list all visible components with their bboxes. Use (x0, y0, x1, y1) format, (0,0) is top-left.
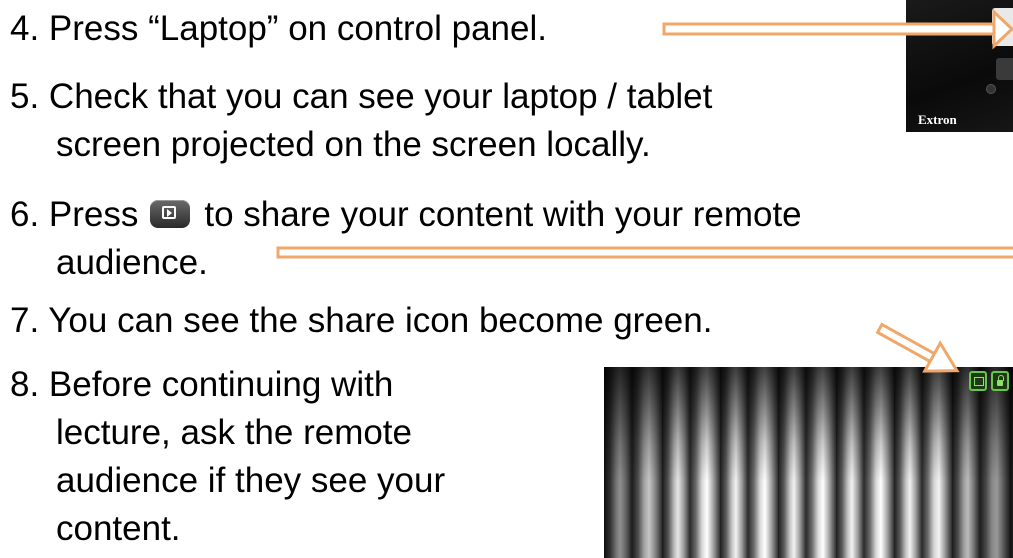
arrow-to-green-icon (875, 322, 960, 373)
arrow-to-panel-icon (662, 8, 1013, 50)
callout-arrows (276, 8, 1013, 373)
arrow-to-share-icon (276, 246, 1013, 259)
